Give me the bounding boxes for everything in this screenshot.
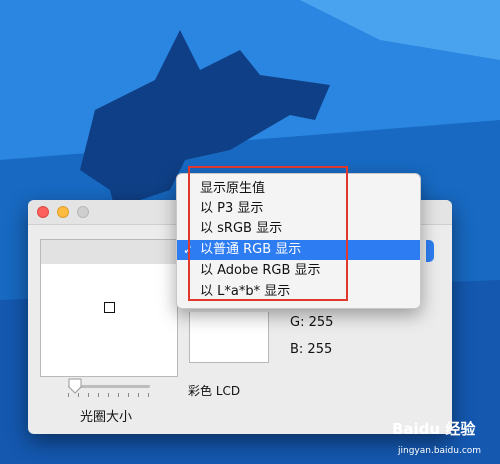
blue-readout: B: 255 [290, 342, 333, 357]
watermark-logo: Baidu 经验 [392, 420, 476, 438]
zoom-light[interactable] [77, 206, 89, 218]
color-swatch [189, 312, 269, 363]
magnifier-preview [40, 239, 178, 377]
minimize-light[interactable] [57, 206, 69, 218]
popup-arrows-icon[interactable] [426, 240, 434, 262]
highlight-annotation [188, 166, 348, 301]
profile-label: 彩色 LCD [188, 384, 241, 398]
preview-band [41, 240, 177, 264]
close-light[interactable] [37, 206, 49, 218]
slider-thumb-icon[interactable] [68, 378, 82, 394]
slider-label: 光圈大小 [80, 410, 133, 425]
watermark-url: jingyan.baidu.com [398, 446, 482, 456]
green-readout: G: 255 [290, 315, 334, 330]
aperture-square-icon [104, 302, 115, 313]
